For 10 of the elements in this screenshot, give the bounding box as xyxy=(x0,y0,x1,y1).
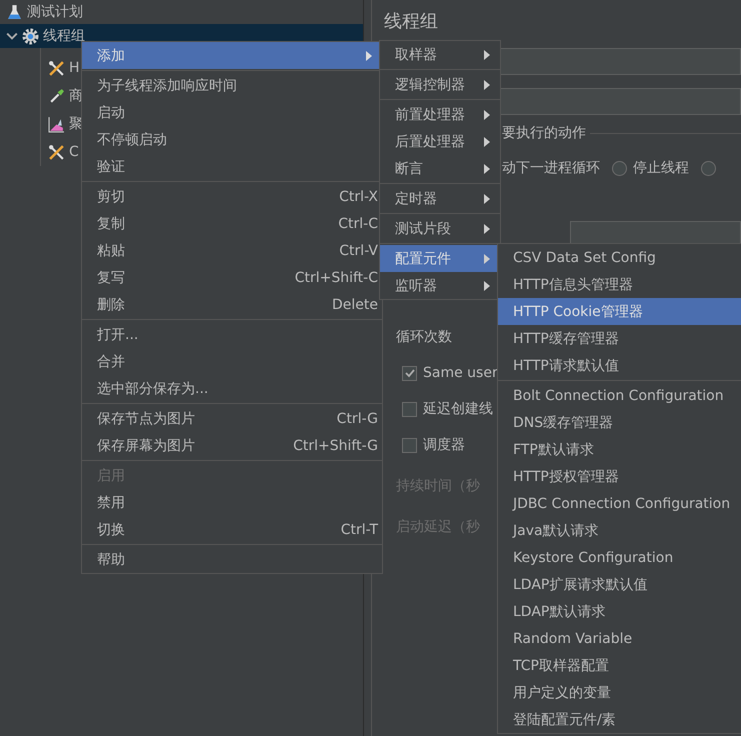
field-label: 循环次数 xyxy=(396,328,452,347)
tree-label: 商 xyxy=(69,87,83,105)
tree-label: 线程组 xyxy=(43,27,85,45)
group-legend: 要执行的动作 xyxy=(502,124,586,142)
tree-label: 测试计划 xyxy=(27,3,83,21)
tree-label: 聚 xyxy=(69,115,83,133)
tree-label: C xyxy=(69,144,79,160)
tree-label: H xyxy=(69,60,80,76)
panel-title: 线程组 xyxy=(384,10,439,34)
radio-label: 动下一进程循环 xyxy=(502,159,600,177)
